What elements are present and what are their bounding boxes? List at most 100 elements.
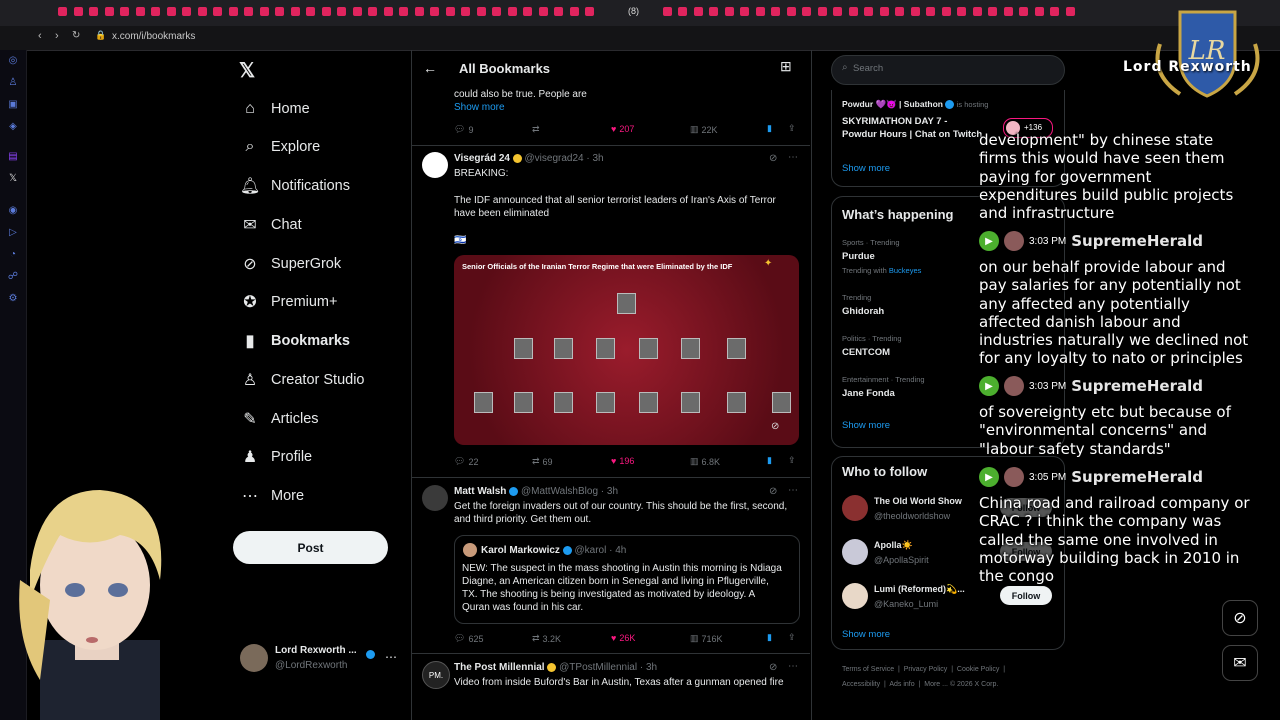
- search-input[interactable]: Search: [853, 63, 883, 74]
- trend-link[interactable]: Buckeyes: [889, 266, 922, 275]
- bookmark-button[interactable]: ▮: [767, 123, 772, 134]
- trend-name[interactable]: Purdue: [842, 251, 875, 262]
- browser-tab[interactable]: [570, 7, 579, 16]
- browser-tab[interactable]: [229, 7, 238, 16]
- new-folder-icon[interactable]: ⊞: [780, 58, 792, 75]
- browser-tab[interactable]: [213, 7, 222, 16]
- more-options-icon[interactable]: ⋯: [788, 661, 798, 672]
- grok-icon[interactable]: ⊘: [769, 486, 777, 497]
- browser-tab[interactable]: [260, 7, 269, 16]
- nav-notifications[interactable]: 🔔︎ Notifications: [240, 171, 350, 201]
- browser-tab[interactable]: [678, 7, 687, 16]
- post-time[interactable]: · 3h: [586, 153, 603, 164]
- repost-button[interactable]: ⇄ 69: [532, 456, 553, 467]
- browser-tab[interactable]: [167, 7, 176, 16]
- avatar[interactable]: PM.: [422, 661, 450, 689]
- show-more-link[interactable]: Show more: [842, 163, 890, 174]
- post-time[interactable]: · 3h: [601, 486, 618, 497]
- browser-tab[interactable]: [384, 7, 393, 16]
- x-logo-icon[interactable]: 𝕏: [239, 58, 255, 83]
- like-button[interactable]: ♥ 196: [611, 456, 634, 466]
- follow-button[interactable]: Follow: [1000, 586, 1052, 605]
- dock-icon[interactable]: ◉: [7, 205, 19, 217]
- settings-icon[interactable]: ⚙: [7, 293, 19, 305]
- footer-link[interactable]: Accessibility: [842, 681, 880, 688]
- twitch-icon[interactable]: ▤: [7, 151, 19, 163]
- url-field[interactable]: x.com/i/bookmarks: [112, 31, 195, 42]
- browser-tab[interactable]: [1050, 7, 1059, 16]
- nav-articles[interactable]: ✎ Articles: [240, 404, 318, 434]
- browser-tab[interactable]: [585, 7, 594, 16]
- nav-more[interactable]: ⋯ More: [240, 481, 304, 511]
- browser-tab[interactable]: [353, 7, 362, 16]
- dock-icon[interactable]: ◎: [7, 55, 19, 67]
- trend-name[interactable]: Jane Fonda: [842, 388, 895, 399]
- dock-icon[interactable]: ◔: [7, 249, 19, 261]
- browser-tab[interactable]: [694, 7, 703, 16]
- browser-tab[interactable]: [275, 7, 284, 16]
- reply-button[interactable]: 💬︎ 22: [454, 456, 478, 467]
- browser-tab[interactable]: [446, 7, 455, 16]
- browser-tab[interactable]: [663, 7, 672, 16]
- x-logo-icon[interactable]: 𝕏: [7, 173, 19, 185]
- bookmark-button[interactable]: ▮: [767, 455, 772, 466]
- browser-tab[interactable]: [322, 7, 331, 16]
- dock-icon[interactable]: ♙: [7, 77, 19, 89]
- share-button[interactable]: ⇪: [788, 123, 796, 134]
- like-button[interactable]: ♥ 207: [611, 124, 634, 134]
- nav-home[interactable]: ⌂ Home: [240, 94, 310, 124]
- suggested-name[interactable]: Lumi (Reformed)💫...: [874, 584, 965, 595]
- browser-tab[interactable]: [306, 7, 315, 16]
- browser-tab[interactable]: [756, 7, 765, 16]
- browser-tab[interactable]: [864, 7, 873, 16]
- post-button[interactable]: Post: [233, 531, 388, 564]
- browser-tab[interactable]: [89, 7, 98, 16]
- nav-explore[interactable]: ⌕ Explore: [240, 132, 321, 162]
- repost-button[interactable]: ⇄ 3.2K: [532, 633, 561, 644]
- reply-button[interactable]: 💬︎ 9: [454, 124, 473, 135]
- browser-tab[interactable]: [895, 7, 904, 16]
- browser-tab[interactable]: [198, 7, 207, 16]
- more-options-icon[interactable]: ⋯: [788, 485, 798, 496]
- grok-image-icon[interactable]: ⊘: [771, 421, 779, 432]
- browser-tab[interactable]: [802, 7, 811, 16]
- grok-icon[interactable]: ⊘: [769, 153, 777, 164]
- browser-tab[interactable]: [787, 7, 796, 16]
- trend-name[interactable]: CENTCOM: [842, 347, 890, 358]
- avatar[interactable]: [842, 583, 868, 609]
- tab-badge[interactable]: (8): [628, 6, 639, 16]
- browser-tab[interactable]: [539, 7, 548, 16]
- dock-icon[interactable]: ☍: [7, 271, 19, 283]
- browser-tab[interactable]: [988, 7, 997, 16]
- forward-nav-icon[interactable]: ›: [55, 30, 59, 42]
- avatar[interactable]: [240, 644, 268, 672]
- footer-link[interactable]: More ...: [924, 681, 948, 688]
- browser-tab[interactable]: [136, 7, 145, 16]
- live-host[interactable]: Powdur 💜😈 | Subathon: [842, 99, 943, 109]
- browser-tab[interactable]: [430, 7, 439, 16]
- bookmark-button[interactable]: ▮: [767, 632, 772, 643]
- like-button[interactable]: ♥ 26K: [611, 633, 635, 643]
- browser-tab[interactable]: [740, 7, 749, 16]
- nav-chat[interactable]: ✉ Chat: [240, 210, 301, 240]
- browser-tab[interactable]: [368, 7, 377, 16]
- browser-tab[interactable]: [182, 7, 191, 16]
- footer-link[interactable]: Terms of Service: [842, 666, 894, 673]
- browser-tab[interactable]: [337, 7, 346, 16]
- browser-tab[interactable]: [508, 7, 517, 16]
- nav-profile[interactable]: ♟ Profile: [240, 442, 312, 472]
- browser-tab[interactable]: [477, 7, 486, 16]
- nav-supergrok[interactable]: ⊘ SuperGrok: [240, 249, 341, 279]
- reply-button[interactable]: 💬︎ 625: [454, 633, 483, 644]
- author-handle[interactable]: @TPostMillennial: [559, 662, 637, 673]
- dock-icon[interactable]: ▷: [7, 227, 19, 239]
- live-title[interactable]: Powdur Hours | Chat on Twitch: [842, 129, 982, 140]
- trend-name[interactable]: Ghidorah: [842, 306, 884, 317]
- nav-premium[interactable]: ✪ Premium+: [240, 287, 337, 317]
- browser-tab[interactable]: [1066, 7, 1075, 16]
- share-button[interactable]: ⇪: [788, 455, 796, 466]
- browser-tab[interactable]: [492, 7, 501, 16]
- author-handle[interactable]: @visegrad24: [525, 153, 584, 164]
- browser-tab[interactable]: [973, 7, 982, 16]
- show-more-link[interactable]: Show more: [454, 102, 505, 113]
